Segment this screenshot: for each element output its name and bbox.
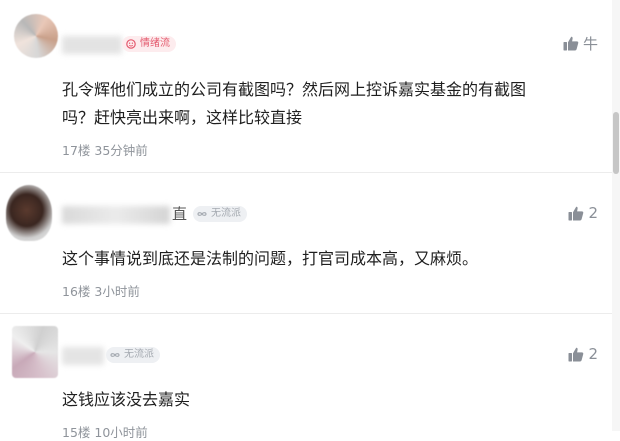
username-blurred[interactable]	[62, 347, 104, 365]
comment-item: 无流派 2 这钱应该没去嘉实 15楼 10小时前	[0, 314, 620, 440]
infinity-icon	[197, 212, 207, 216]
like-button[interactable]: 2	[568, 203, 598, 223]
comment-text-line: 这个事情说到底还是法制的问题，打官司成本高，又麻烦。	[62, 249, 479, 268]
like-button[interactable]: 牛	[563, 33, 598, 53]
floor-number: 15楼	[62, 425, 91, 440]
comment-text: 这个事情说到底还是法制的问题，打官司成本高，又麻烦。	[62, 245, 552, 273]
school-badge: 情绪流	[122, 36, 176, 52]
post-time: 3小时前	[94, 284, 140, 299]
username-blurred[interactable]	[62, 206, 170, 224]
thumbs-up-icon	[568, 206, 584, 220]
like-count: 2	[588, 204, 598, 222]
comment-text: 孔令辉他们成立的公司有截图吗？然后网上控诉嘉实基金的有截图 吗？赶快亮出来啊，这…	[62, 76, 552, 132]
avatar[interactable]	[6, 185, 52, 241]
username-blurred[interactable]	[62, 36, 122, 54]
badge-label: 无流派	[124, 349, 154, 360]
avatar[interactable]	[14, 14, 58, 58]
like-button[interactable]: 2	[568, 344, 598, 364]
comment-meta: 16楼 3小时前	[62, 281, 140, 300]
comment-text: 这钱应该没去嘉实	[62, 386, 552, 414]
thumbs-up-icon	[568, 347, 584, 361]
infinity-icon	[110, 353, 120, 357]
like-count: 牛	[582, 34, 598, 53]
badge-label: 情绪流	[140, 38, 170, 49]
thumbs-up-icon	[563, 36, 579, 50]
like-count: 2	[588, 345, 598, 363]
comment-text-line: 吗？赶快亮出来啊，这样比较直接	[62, 108, 303, 127]
comment-meta: 15楼 10小时前	[62, 422, 148, 441]
school-badge: 无流派	[106, 347, 160, 363]
emotion-icon	[126, 39, 136, 49]
floor-number: 17楼	[62, 143, 91, 158]
post-time: 35分钟前	[94, 143, 148, 158]
comment-item: 直 无流派 2 这个事情说到底还是法制的问题，打官司成本高，又麻烦。 16楼 3…	[0, 173, 620, 313]
comment-text-line: 孔令辉他们成立的公司有截图吗？然后网上控诉嘉实基金的有截图	[62, 80, 527, 99]
school-badge: 无流派	[193, 206, 247, 222]
post-time: 10小时前	[94, 425, 148, 440]
comment-text-line: 这钱应该没去嘉实	[62, 390, 191, 409]
comment-item: 情绪流 牛 孔令辉他们成立的公司有截图吗？然后网上控诉嘉实基金的有截图 吗？赶快…	[0, 0, 620, 172]
comment-meta: 17楼 35分钟前	[62, 140, 148, 159]
floor-number: 16楼	[62, 284, 91, 299]
username-visible-part: 直	[172, 205, 188, 223]
badge-label: 无流派	[211, 208, 241, 219]
avatar[interactable]	[12, 326, 58, 378]
